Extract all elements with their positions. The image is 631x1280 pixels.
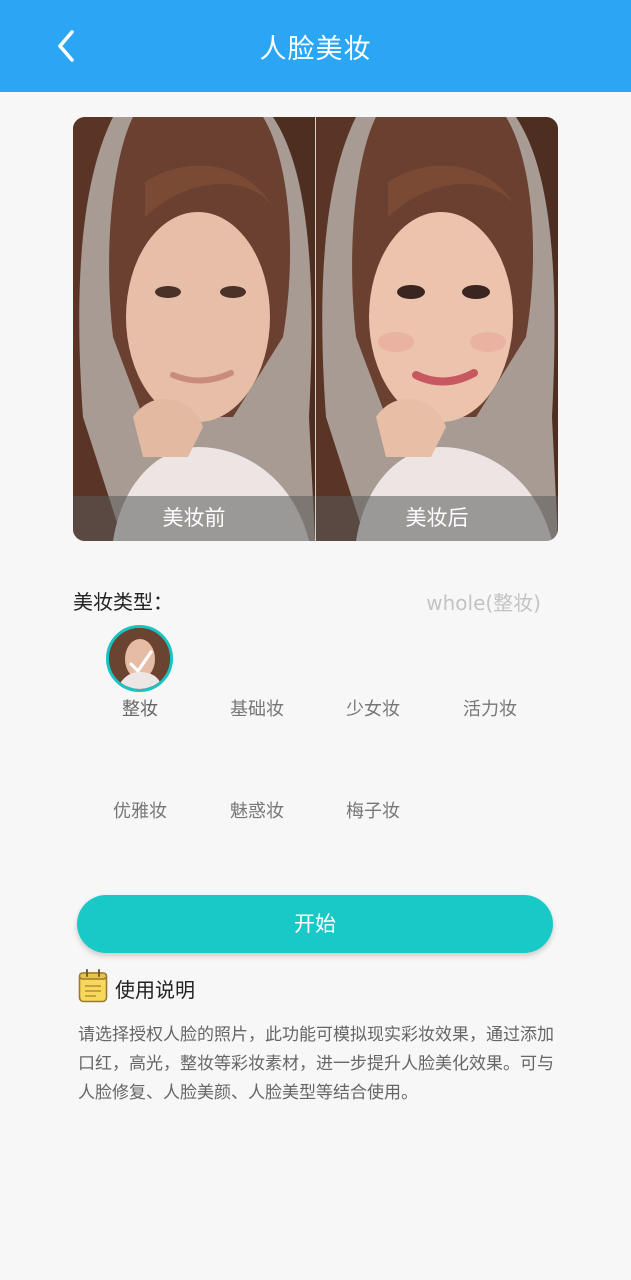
before-photo: 美妆前	[73, 117, 315, 541]
style-option-charm[interactable]: 魅惑妆	[207, 797, 307, 823]
top-bar: 人脸美妆	[0, 0, 631, 92]
notepad-icon	[78, 969, 108, 1003]
before-label: 美妆前	[73, 496, 315, 541]
style-option-girl[interactable]: 少女妆	[323, 695, 423, 721]
makeup-type-selected-value: whole(整妆)	[426, 591, 541, 615]
instructions-title: 使用说明	[115, 978, 195, 1002]
start-button[interactable]: 开始	[77, 895, 553, 953]
after-photo: 美妆后	[316, 117, 558, 541]
after-label: 美妆后	[316, 496, 558, 541]
style-option-vitality[interactable]: 活力妆	[440, 695, 540, 721]
style-option-plum[interactable]: 梅子妆	[323, 797, 423, 823]
instructions-text: 请选择授权人脸的照片，此功能可模拟现实彩妆效果，通过添加口红，高光，整妆等彩妆素…	[78, 1025, 554, 1103]
makeup-type-label: 美妆类型：	[73, 590, 173, 614]
style-option-elegant[interactable]: 优雅妆	[90, 797, 190, 823]
page-title: 人脸美妆	[259, 34, 372, 65]
style-option-basic[interactable]: 基础妆	[207, 695, 307, 721]
selected-style-avatar[interactable]	[106, 625, 173, 692]
style-option-whole[interactable]: 整妆	[90, 695, 190, 721]
before-after-comparison: 美妆前 美妆后	[73, 117, 558, 541]
